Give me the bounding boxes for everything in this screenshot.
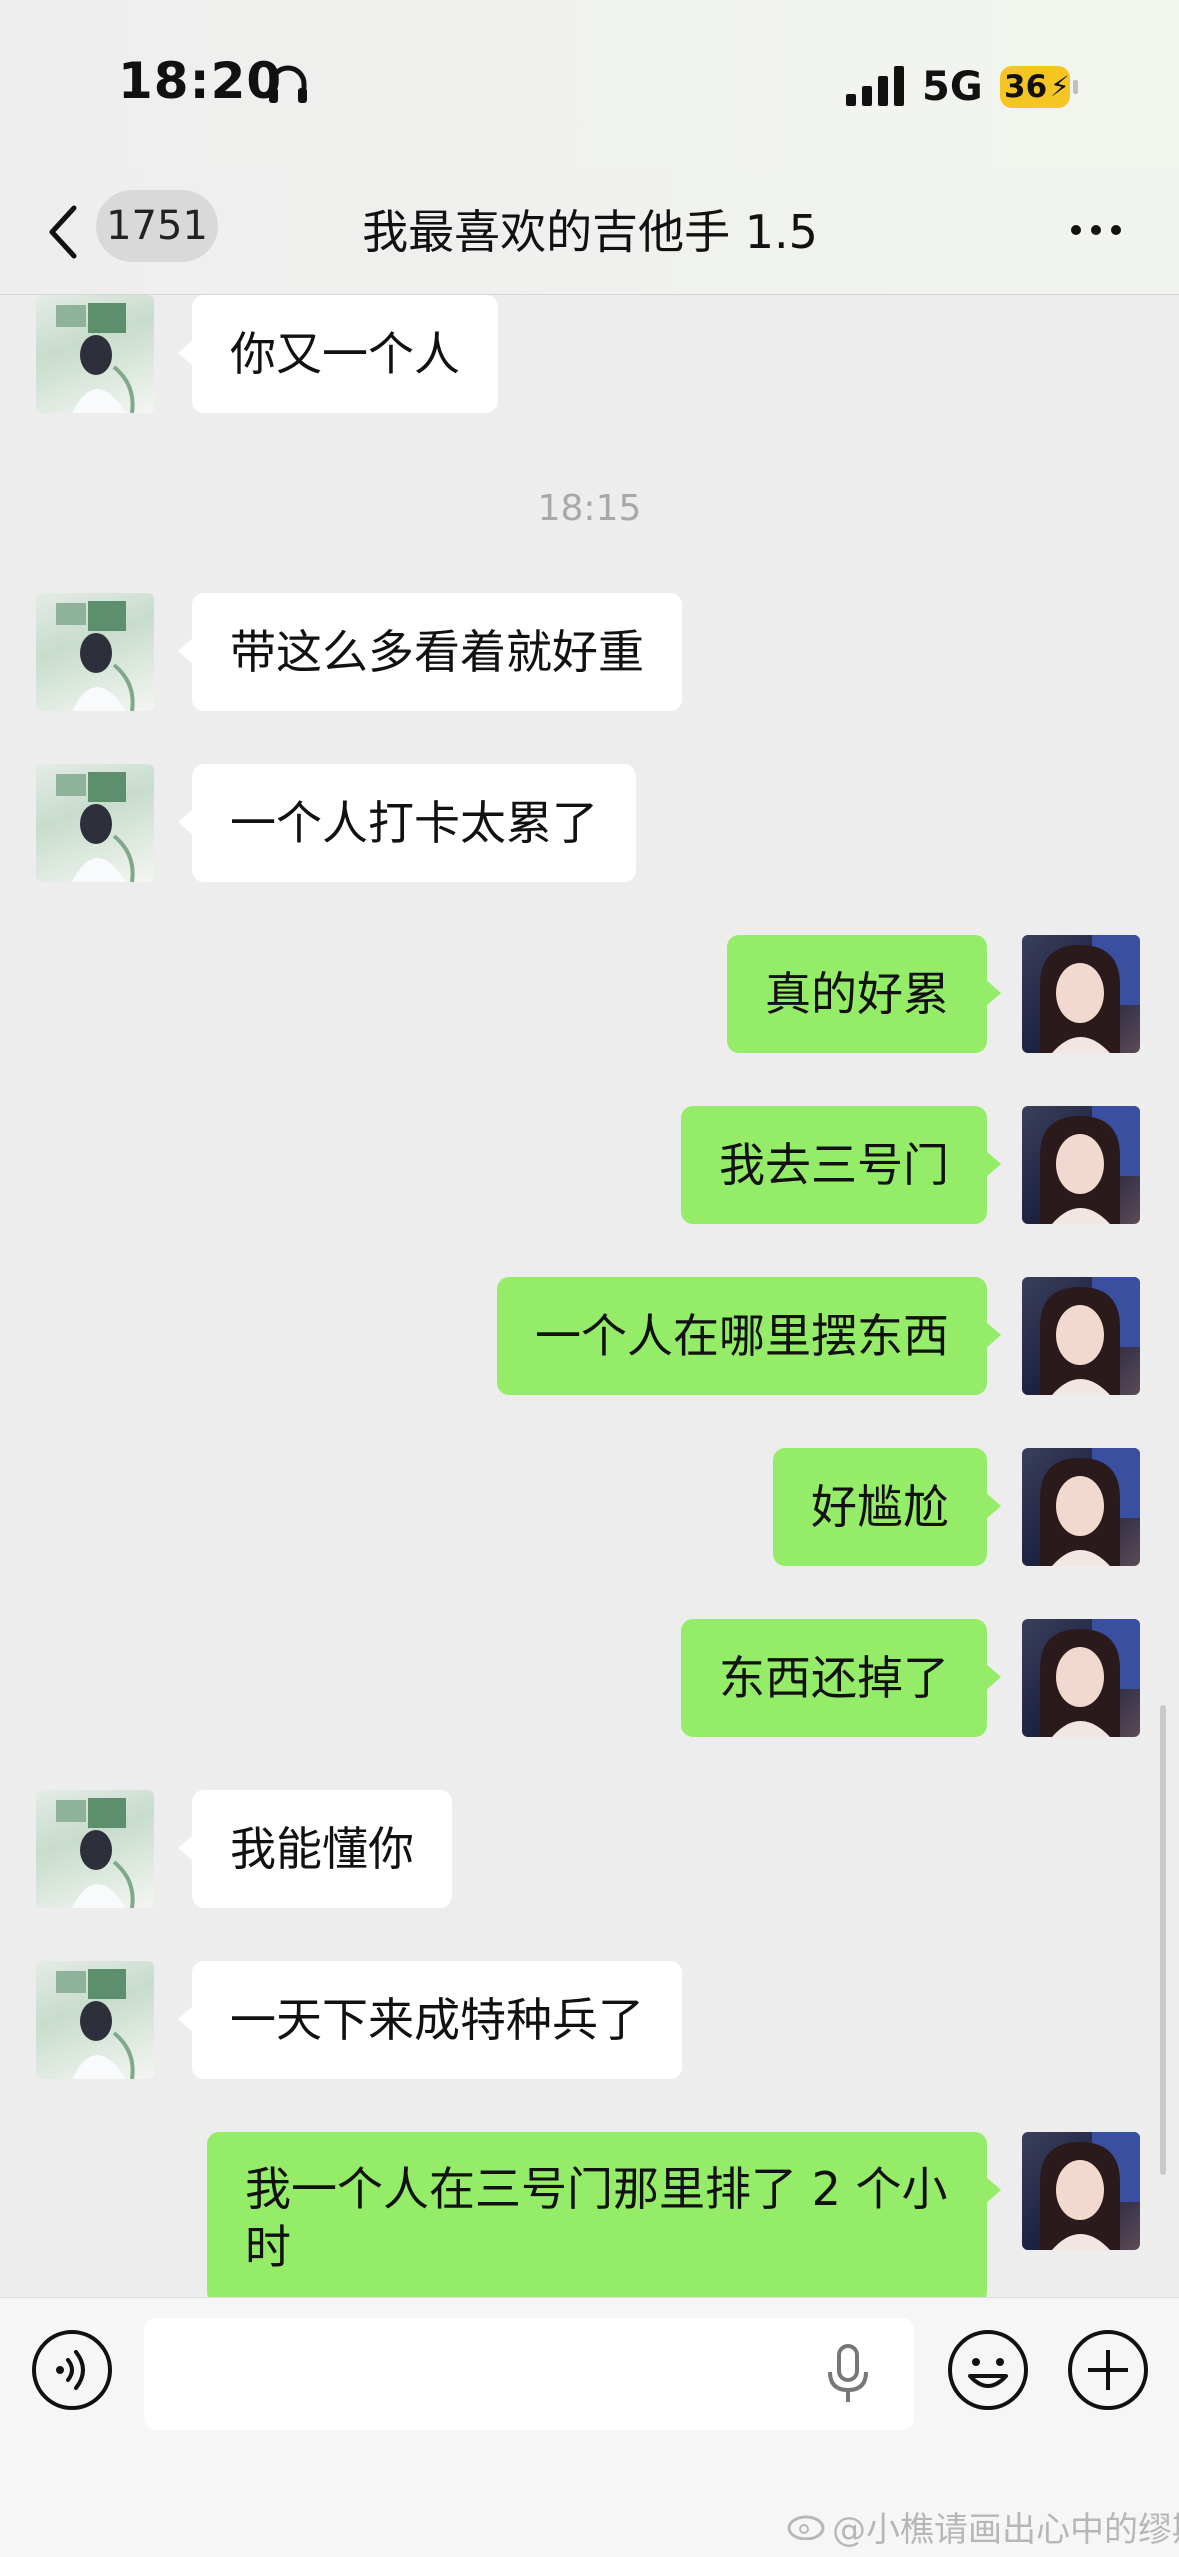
status-bar: 18:20 5G 36 ⚡ xyxy=(0,0,1179,170)
message-bubble[interactable]: 东西还掉了 xyxy=(681,1619,1001,1737)
voice-icon[interactable] xyxy=(30,2328,114,2412)
message-bubble[interactable]: 我能懂你 xyxy=(178,1790,452,1908)
chat-message-list[interactable]: 你又一个人 18:15 带这么多看着就好重 一个人打卡太累了 真的好累 我去三号… xyxy=(0,295,1179,2297)
message-text: 一天下来成特种兵了 xyxy=(230,1993,644,2047)
message-bubble[interactable]: 我一个人在三号门那里排了 2 个小时 xyxy=(207,2132,1001,2297)
message-input[interactable] xyxy=(144,2318,914,2430)
message-bubble[interactable]: 一天下来成特种兵了 xyxy=(178,1961,682,2079)
watermark-text: @小樵请画出心中的缪斯 xyxy=(832,2510,1179,2550)
contact-avatar[interactable] xyxy=(36,593,154,711)
contact-avatar[interactable] xyxy=(36,1961,154,2079)
message-text: 我一个人在三号门那里排了 2 个小时 xyxy=(245,2162,948,2274)
status-time: 18:20 xyxy=(118,52,283,110)
message-text: 带这么多看着就好重 xyxy=(230,625,644,679)
message-text: 我能懂你 xyxy=(230,1822,414,1876)
signal-icon xyxy=(846,66,904,106)
user-avatar[interactable] xyxy=(1022,1619,1140,1737)
emoji-icon[interactable] xyxy=(946,2328,1030,2412)
message-text: 你又一个人 xyxy=(230,327,460,381)
mic-icon[interactable] xyxy=(820,2342,876,2406)
contact-avatar[interactable] xyxy=(36,764,154,882)
charging-icon: ⚡ xyxy=(1050,70,1070,103)
chat-header: 1751 我最喜欢的吉他手 1.5 xyxy=(0,170,1179,295)
user-avatar[interactable] xyxy=(1022,1448,1140,1566)
message-bubble[interactable]: 好尴尬 xyxy=(773,1448,1001,1566)
message-text: 真的好累 xyxy=(765,967,949,1021)
message-text: 我去三号门 xyxy=(719,1138,949,1192)
weibo-icon xyxy=(787,2515,825,2540)
message-bubble[interactable]: 我去三号门 xyxy=(681,1106,1001,1224)
battery-icon: 36 ⚡ xyxy=(1000,66,1078,108)
contact-avatar[interactable] xyxy=(36,1790,154,1908)
message-bubble[interactable]: 真的好累 xyxy=(727,935,1001,1053)
message-text: 好尴尬 xyxy=(811,1480,949,1534)
user-avatar[interactable] xyxy=(1022,2132,1140,2250)
message-text: 一个人打卡太累了 xyxy=(230,796,598,850)
message-bubble[interactable]: 你又一个人 xyxy=(178,295,498,413)
more-icon[interactable] xyxy=(1068,222,1124,238)
unread-count-badge[interactable]: 1751 xyxy=(96,190,218,262)
message-bubble[interactable]: 带这么多看着就好重 xyxy=(178,593,682,711)
message-bubble[interactable]: 一个人在哪里摆东西 xyxy=(497,1277,1001,1395)
user-avatar[interactable] xyxy=(1022,1277,1140,1395)
plus-icon[interactable] xyxy=(1066,2328,1150,2412)
message-text: 一个人在哪里摆东西 xyxy=(535,1309,949,1363)
watermark: @小樵请画出心中的缪斯 xyxy=(832,2502,1179,2551)
chat-title: 我最喜欢的吉他手 1.5 xyxy=(362,205,818,259)
scrollbar[interactable] xyxy=(1160,1705,1166,2175)
message-bubble[interactable]: 一个人打卡太累了 xyxy=(178,764,636,882)
message-timestamp: 18:15 xyxy=(537,488,642,529)
contact-avatar[interactable] xyxy=(36,295,154,413)
user-avatar[interactable] xyxy=(1022,935,1140,1053)
headphones-icon xyxy=(269,65,307,103)
battery-level: 36 xyxy=(1004,69,1048,105)
network-label: 5G xyxy=(922,64,983,110)
back-chevron-icon[interactable] xyxy=(44,200,84,264)
message-text: 东西还掉了 xyxy=(719,1651,949,1705)
user-avatar[interactable] xyxy=(1022,1106,1140,1224)
